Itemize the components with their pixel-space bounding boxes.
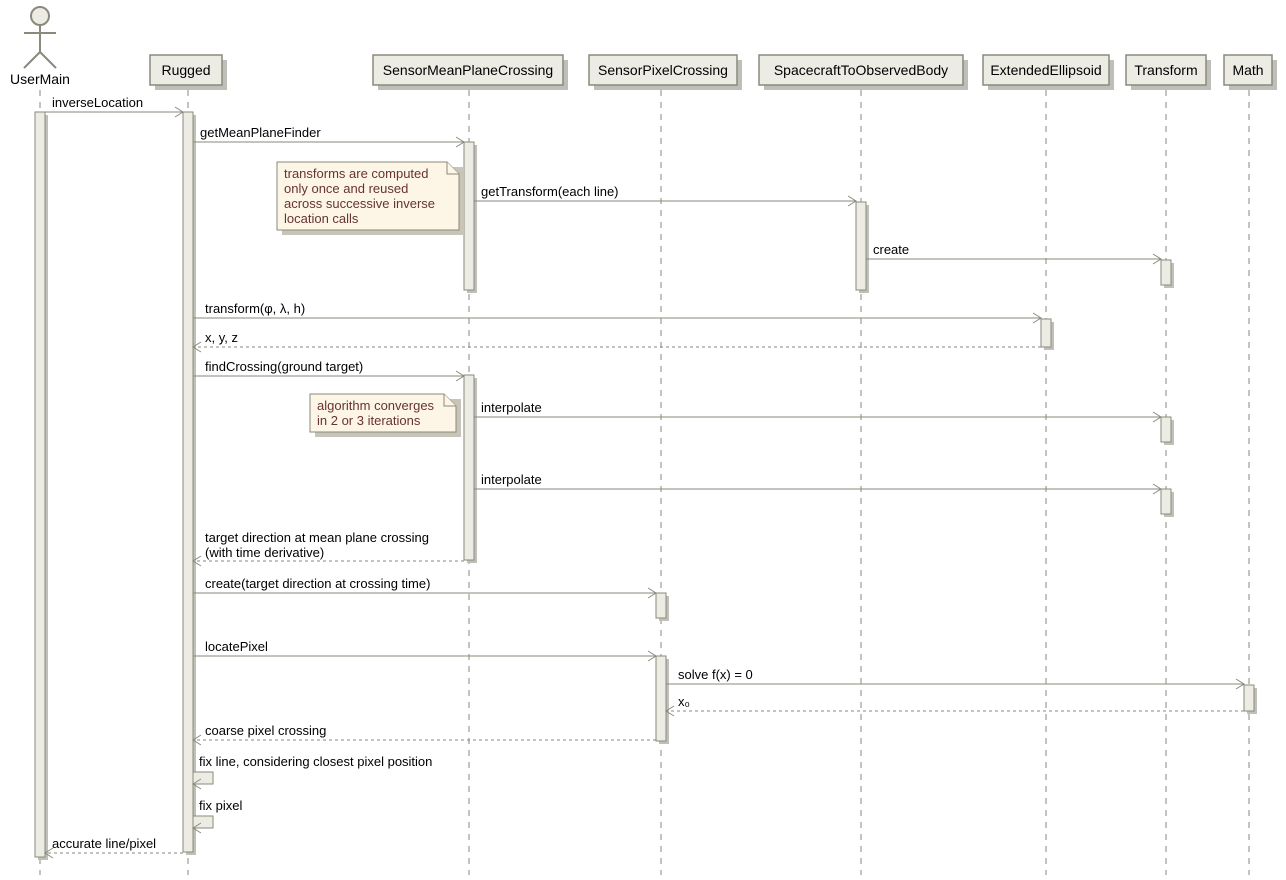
- activation-rugged: [183, 112, 193, 852]
- participant-rugged: Rugged: [150, 55, 227, 90]
- participant-math: Math: [1224, 55, 1277, 90]
- participant-label: SensorMeanPlaneCrossing: [383, 62, 553, 78]
- msg-findCrossing: findCrossing(ground target): [205, 359, 363, 374]
- msg-accurate: accurate line/pixel: [52, 836, 156, 851]
- participant-label: Math: [1232, 62, 1263, 78]
- participant-ellipsoid: ExtendedEllipsoid: [983, 55, 1114, 90]
- msg-createTarget: create(target direction at crossing time…: [205, 576, 430, 591]
- participant-stob: SpacecraftToObservedBody: [759, 55, 968, 90]
- msg-interpolate-1: interpolate: [481, 400, 542, 415]
- msg-create: create: [873, 242, 909, 257]
- msg-locatePixel: locatePixel: [205, 639, 268, 654]
- msg-xyz: x, y, z: [205, 330, 238, 345]
- note-transforms: transforms are computed only once and re…: [277, 162, 464, 235]
- activation-math: [1244, 685, 1254, 711]
- activation-ellipsoid: [1041, 319, 1051, 347]
- activation-transform-3: [1161, 489, 1171, 514]
- msg-coarsePixel: coarse pixel crossing: [205, 723, 326, 738]
- msg-fixLine: fix line, considering closest pixel posi…: [199, 754, 432, 769]
- msg-inverseLocation: inverseLocation: [52, 95, 143, 110]
- msg-fixPixel: fix pixel: [199, 798, 242, 813]
- actor-usermain: UserMain: [10, 7, 70, 87]
- activation-stob: [856, 202, 866, 290]
- activation-spc-1: [656, 593, 666, 618]
- activation-smpc-2: [464, 375, 474, 560]
- note-line: location calls: [284, 211, 359, 226]
- participant-label: Transform: [1134, 62, 1197, 78]
- participant-label: Rugged: [161, 62, 210, 78]
- activation-transform-1: [1161, 260, 1171, 285]
- actor-label: UserMain: [10, 71, 70, 87]
- msg-getMeanPlaneFinder: getMeanPlaneFinder: [200, 125, 321, 140]
- note-line: across successive inverse: [284, 196, 435, 211]
- note-line: only once and reused: [284, 181, 408, 196]
- note-line: in 2 or 3 iterations: [317, 413, 421, 428]
- participant-label: SpacecraftToObservedBody: [774, 62, 948, 78]
- msg-targetdir-l1: target direction at mean plane crossing: [205, 530, 429, 545]
- msg-transform: transform(φ, λ, h): [205, 301, 305, 316]
- note-line: transforms are computed: [284, 166, 429, 181]
- participant-smpc: SensorMeanPlaneCrossing: [373, 55, 568, 90]
- participant-label: ExtendedEllipsoid: [990, 62, 1101, 78]
- participant-transform: Transform: [1126, 55, 1211, 90]
- activation-spc-2: [656, 656, 666, 741]
- participant-spc: SensorPixelCrossing: [589, 55, 742, 90]
- note-algorithm: algorithm converges in 2 or 3 iterations: [310, 394, 461, 437]
- note-line: algorithm converges: [317, 398, 435, 413]
- activation-smpc-1: [464, 142, 474, 290]
- participant-label: SensorPixelCrossing: [598, 62, 728, 78]
- msg-x0: x₀: [678, 694, 690, 709]
- activation-usermain: [35, 112, 45, 857]
- msg-targetdir-l2: (with time derivative): [205, 545, 324, 560]
- msg-interpolate-2: interpolate: [481, 472, 542, 487]
- activation-transform-2: [1161, 417, 1171, 442]
- msg-getTransform: getTransform(each line): [481, 184, 619, 199]
- msg-solve: solve f(x) = 0: [678, 667, 753, 682]
